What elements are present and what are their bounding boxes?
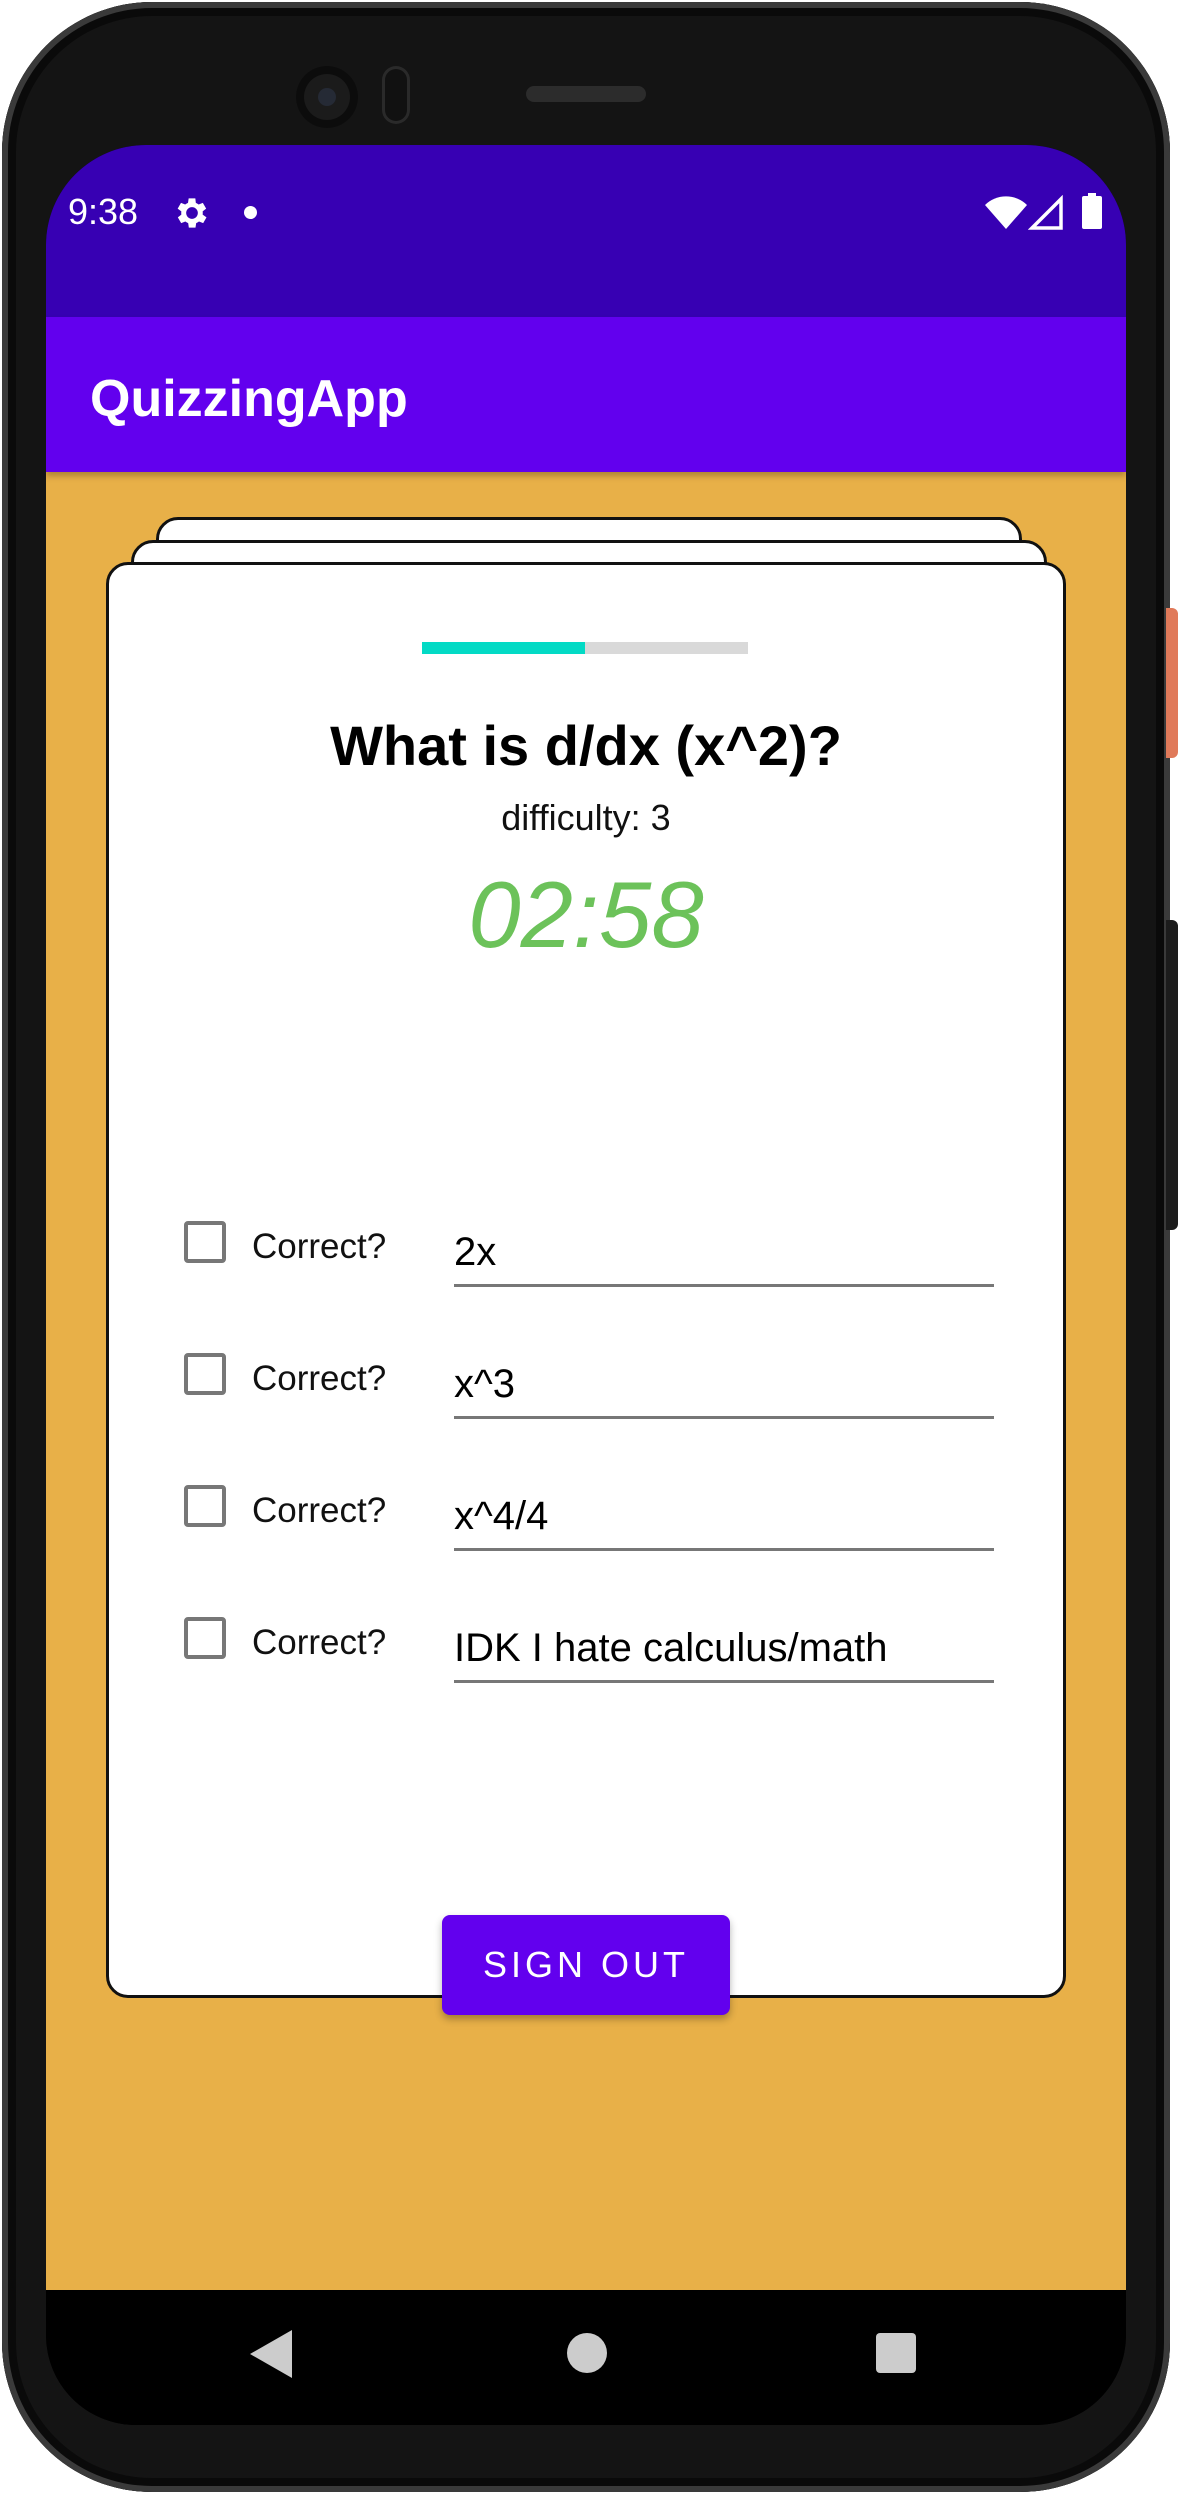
progress-fill xyxy=(422,642,585,654)
answer-field[interactable] xyxy=(454,1197,994,1287)
correct-checkbox[interactable] xyxy=(184,1485,226,1527)
question-card: What is d/dx (x^2)? difficulty: 3 02:58 … xyxy=(106,562,1066,1998)
sign-out-button[interactable]: SIGN OUT xyxy=(442,1915,730,2015)
answer-row: Correct? xyxy=(184,1461,1014,1561)
screen: 9:38 QuizzingApp What is d/dx (x^2)? dif… xyxy=(46,145,1126,2425)
question-text: What is d/dx (x^2)? xyxy=(330,714,842,777)
answer-row: Correct? xyxy=(184,1197,1014,1297)
difficulty-label: difficulty: 3 xyxy=(501,797,671,838)
progress-bar xyxy=(422,642,748,654)
correct-label: Correct? xyxy=(252,1227,387,1266)
correct-label: Correct? xyxy=(252,1623,387,1662)
correct-label: Correct? xyxy=(252,1359,387,1398)
notification-dot-icon xyxy=(244,206,257,219)
content-area: What is d/dx (x^2)? difficulty: 3 02:58 … xyxy=(46,472,1126,2290)
app-bar: QuizzingApp xyxy=(46,317,1126,472)
back-icon[interactable] xyxy=(250,2330,292,2378)
wifi-icon xyxy=(985,196,1027,229)
signal-icon xyxy=(1028,195,1063,230)
navigation-bar xyxy=(46,2290,1126,2425)
countdown-timer: 02:58 xyxy=(468,862,704,967)
answer-field[interactable] xyxy=(454,1329,994,1419)
status-time: 9:38 xyxy=(68,191,139,232)
camera-lens xyxy=(318,88,336,106)
power-button xyxy=(1166,608,1178,758)
correct-checkbox[interactable] xyxy=(184,1353,226,1395)
correct-checkbox[interactable] xyxy=(184,1221,226,1263)
battery-icon xyxy=(1082,193,1102,229)
gear-icon xyxy=(177,198,207,228)
earpiece-speaker xyxy=(526,86,646,102)
answer-field[interactable] xyxy=(454,1593,994,1683)
correct-label: Correct? xyxy=(252,1491,387,1530)
recents-icon[interactable] xyxy=(876,2333,916,2373)
sensor xyxy=(382,66,410,124)
home-icon[interactable] xyxy=(567,2333,607,2373)
answer-field[interactable] xyxy=(454,1461,994,1551)
status-bar: 9:38 xyxy=(46,145,1126,317)
correct-checkbox[interactable] xyxy=(184,1617,226,1659)
answer-row: Correct? xyxy=(184,1329,1014,1429)
volume-button xyxy=(1166,920,1178,1230)
answer-row: Correct? xyxy=(184,1593,1014,1693)
app-title: QuizzingApp xyxy=(90,370,408,428)
